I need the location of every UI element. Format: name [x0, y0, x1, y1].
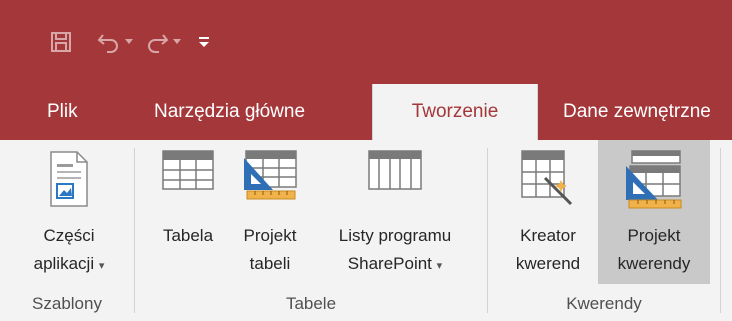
- projekt-tabeli-label-line2: tabeli: [249, 254, 291, 273]
- listy-programu-label-line2: SharePoint: [347, 254, 432, 273]
- group-separator: [487, 148, 488, 313]
- kreator-kwerend-button[interactable]: Kreator kwerend: [500, 140, 596, 284]
- save-icon[interactable]: [44, 25, 78, 59]
- chevron-down-icon: ▾: [98, 260, 105, 272]
- tab-narzedzia-glowne[interactable]: Narzędzia główne: [154, 84, 305, 140]
- tabela-button[interactable]: Tabela: [146, 140, 230, 284]
- projekt-kwerendy-button[interactable]: Projekt kwerendy: [598, 140, 710, 284]
- czesci-aplikacji-label-line1: Części: [43, 226, 95, 245]
- application-parts-icon: [48, 150, 90, 213]
- group-separator: [720, 148, 721, 313]
- redo-icon[interactable]: [142, 25, 172, 59]
- tabela-label: Tabela: [162, 226, 214, 245]
- undo-dropdown-icon[interactable]: [124, 25, 134, 59]
- projekt-tabeli-label-line1: Projekt: [243, 226, 297, 245]
- group-label-szablony: Szablony: [32, 294, 102, 313]
- title-bar: [0, 0, 732, 84]
- ribbon: Części aplikacji ▾ Szablony Tabela Proje…: [0, 140, 732, 321]
- listy-programu-sharepoint-button[interactable]: Listy programu SharePoint ▾: [312, 140, 478, 284]
- sharepoint-list-icon: [368, 150, 422, 195]
- group-separator: [134, 148, 135, 313]
- tab-plik[interactable]: Plik: [47, 84, 78, 140]
- query-wizard-icon: [521, 150, 575, 211]
- query-design-icon: [624, 150, 684, 215]
- quick-access-toolbar: [44, 22, 216, 62]
- kreator-kwerend-label-line1: Kreator: [520, 226, 576, 245]
- tab-tworzenie[interactable]: Tworzenie: [372, 84, 538, 140]
- undo-icon[interactable]: [94, 25, 124, 59]
- kreator-kwerend-label-line2: kwerend: [515, 254, 581, 273]
- group-label-kwerendy: Kwerendy: [566, 294, 642, 313]
- ribbon-tabs: Plik Narzędzia główne Tworzenie Dane zew…: [0, 84, 732, 140]
- czesci-aplikacji-label-line2: aplikacji: [33, 254, 95, 273]
- tab-dane-zewnetrzne[interactable]: Dane zewnętrzne: [563, 84, 711, 140]
- table-icon: [162, 150, 214, 195]
- listy-programu-label-line1: Listy programu: [338, 226, 452, 245]
- projekt-kwerendy-label-line2: kwerendy: [617, 254, 691, 273]
- chevron-down-icon: ▾: [436, 260, 443, 272]
- projekt-tabeli-button[interactable]: Projekt tabeli: [230, 140, 310, 284]
- projekt-kwerendy-label-line1: Projekt: [627, 226, 681, 245]
- customize-icon[interactable]: [192, 25, 216, 59]
- czesci-aplikacji-button[interactable]: Części aplikacji ▾: [14, 140, 124, 284]
- redo-dropdown-icon[interactable]: [172, 25, 182, 59]
- group-label-tabele: Tabele: [285, 294, 337, 313]
- table-design-icon: [243, 150, 297, 205]
